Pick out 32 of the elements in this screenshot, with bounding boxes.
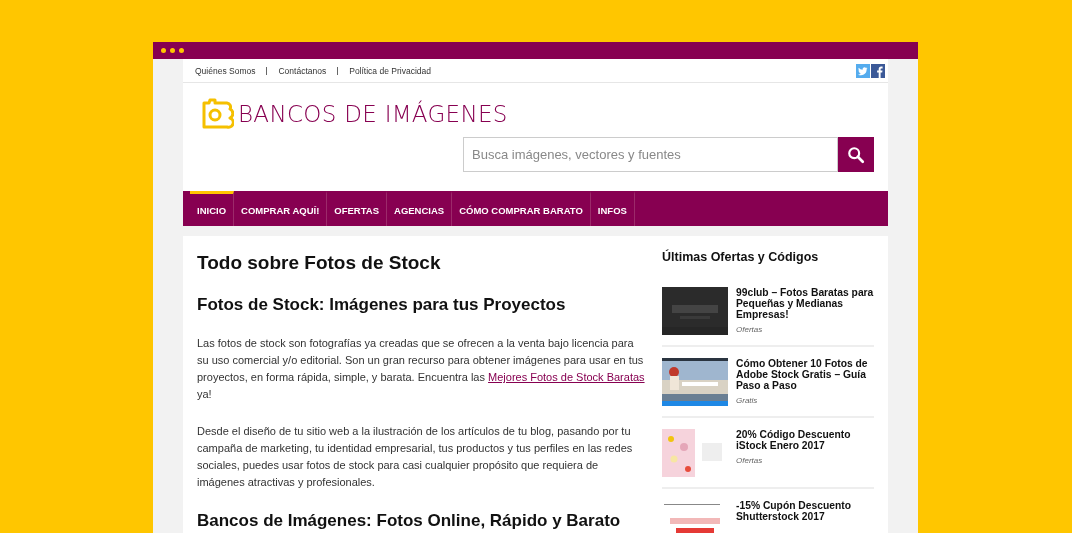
top-link[interactable]: Contáctanos	[278, 65, 327, 76]
window-dot-icon	[170, 48, 175, 53]
top-link[interactable]: Política de Privacidad	[349, 65, 431, 76]
nav-item[interactable]: AGENCIAS	[387, 191, 453, 226]
sidebar-title: Últimas Ofertas y Códigos	[662, 250, 820, 264]
post-category: Ofertas	[736, 325, 764, 334]
top-link[interactable]: Quiénes Somos	[195, 65, 256, 76]
search-field[interactable]: Busca imágenes, vectores y fuentes	[463, 137, 838, 172]
post-title-link[interactable]: 99club – Fotos Baratas para Pequeñas y Medianas Empresas!	[736, 287, 874, 320]
facebook-icon[interactable]	[871, 63, 885, 78]
post-category: Ofertas	[736, 456, 764, 465]
nav-item[interactable]: INICIO	[190, 191, 235, 226]
search-button[interactable]	[838, 137, 874, 172]
window-dot-icon	[179, 48, 184, 53]
post-title-link[interactable]: Cómo Obtener 10 Fotos de Adobe Stock Gratis – Guía Paso a Paso	[736, 358, 874, 391]
window-dot-icon	[161, 48, 166, 53]
nav-item[interactable]: INFOS	[590, 191, 635, 226]
nav-item[interactable]: COMPRAR AQUÍ!	[234, 191, 328, 226]
link[interactable]: Mejores Fotos de Stock Baratas	[488, 371, 645, 383]
section-heading: Fotos de Stock: Imágenes para tus Proyectos	[197, 295, 567, 315]
page-title: Todo sobre Fotos de Stock	[197, 252, 442, 274]
paragraph: Desde el diseño de tu sitio web a la ilustración de los artículos de tu blog, pasando por tu campaña de marketing, tu identidad empresarial, tus productos y tus perfiles en las redes sociales, puedes usar fotos de stock para casi cualquier propósito que requiera de imágenes atractivas y profesionales.	[197, 424, 634, 490]
post-title-link[interactable]: -15% Cupón Descuento Shutterstock 2017	[736, 500, 874, 522]
post-category: Gratis	[736, 396, 759, 405]
post-title-link[interactable]: 20% Código Descuento iStock Enero 2017	[736, 429, 874, 451]
camera-b-logo-icon	[200, 97, 234, 131]
nav-item[interactable]: OFERTAS	[327, 191, 387, 226]
search-icon	[847, 145, 865, 164]
paragraph: Las fotos de stock son fotografías ya creadas que se ofrecen a la venta bajo licencia para su uso comercial y/o editorial. Son un gran recurso para obtener imágenes para usar en tus proyectos, en forma rápida, simple, y barata. Encuentra las Mejores Fotos de Stock Baratas ya!	[197, 336, 645, 402]
nav-item[interactable]: CÓMO COMPRAR BARATO	[452, 191, 591, 226]
section-heading: Bancos de Imágenes: Fotos Online, Rápido y Barato	[197, 511, 622, 531]
site-logo-text[interactable]: BANCOS DE IMÁGENES	[238, 101, 508, 127]
